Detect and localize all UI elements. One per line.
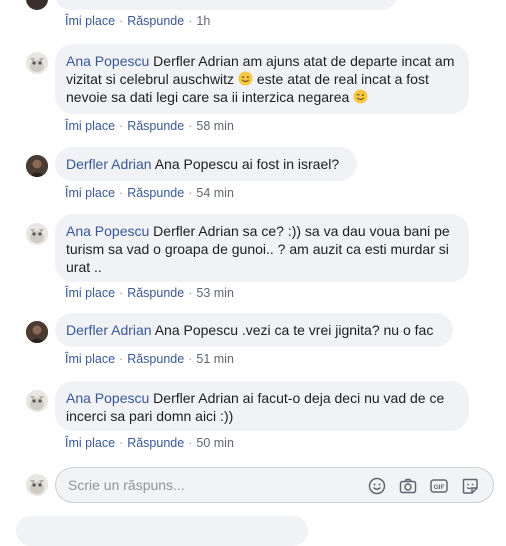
avatar xyxy=(26,474,48,496)
avatar[interactable] xyxy=(26,223,48,245)
comment-actions: Îmi place · Răspunde · 1h xyxy=(65,14,211,28)
comment-time[interactable]: 50 min xyxy=(196,436,234,450)
comment-bubble: Derfler Adrian Ana Popescu .vezi ca te v… xyxy=(55,313,453,347)
camera-icon[interactable] xyxy=(398,476,418,496)
avatar[interactable] xyxy=(26,52,48,74)
avatar[interactable] xyxy=(26,0,48,10)
reply-input[interactable] xyxy=(68,468,348,502)
like-link[interactable]: Îmi place xyxy=(65,186,115,200)
comment-actions: Îmi place · Răspunde · 58 min xyxy=(65,119,234,133)
avatar[interactable] xyxy=(26,321,48,343)
gif-icon[interactable]: GIF xyxy=(429,476,449,496)
reply-link[interactable]: Răspunde xyxy=(127,186,184,200)
comment-time[interactable]: 1h xyxy=(196,14,210,28)
comment-bubble: Ana Popescu Derfler Adrian ai facut-o de… xyxy=(55,381,469,431)
comment-author[interactable]: Ana Popescu xyxy=(66,223,149,239)
like-link[interactable]: Îmi place xyxy=(65,436,115,450)
wink-emoji-icon xyxy=(353,89,368,104)
partial-bubble-bottom xyxy=(16,516,308,546)
comment-actions: Îmi place · Răspunde · 50 min xyxy=(65,436,234,450)
reply-box: GIF xyxy=(55,467,494,503)
comment-author[interactable]: Ana Popescu xyxy=(66,53,149,69)
smile-emoji-icon xyxy=(238,71,253,86)
comment-actions: Îmi place · Răspunde · 51 min xyxy=(65,352,234,366)
comment-actions: Îmi place · Răspunde · 54 min xyxy=(65,186,234,200)
comment-bubble: Ana Popescu Derfler Adrian am ajuns atat… xyxy=(55,44,469,114)
sticker-icon[interactable] xyxy=(460,476,480,496)
comment-time[interactable]: 51 min xyxy=(196,352,234,366)
emoji-icon[interactable] xyxy=(367,476,387,496)
comment-author[interactable]: Ana Popescu xyxy=(66,390,149,406)
reply-link[interactable]: Răspunde xyxy=(127,286,184,300)
comment-text: Ana Popescu ai fost in israel? xyxy=(151,156,340,172)
reply-link[interactable]: Răspunde xyxy=(127,14,184,28)
avatar[interactable] xyxy=(26,155,48,177)
comment-text: Ana Popescu .vezi ca te vrei jignita? nu… xyxy=(151,322,434,338)
comment-bubble: Ana Popescu Derfler Adrian sa ce? :)) sa… xyxy=(55,214,469,282)
like-link[interactable]: Îmi place xyxy=(65,286,115,300)
reply-link[interactable]: Răspunde xyxy=(127,352,184,366)
like-link[interactable]: Îmi place xyxy=(65,352,115,366)
comment-author[interactable]: Derfler Adrian xyxy=(66,322,152,338)
like-link[interactable]: Îmi place xyxy=(65,119,115,133)
comment-bubble: Derfler Adrian Ana Popescu ai fost in is… xyxy=(55,147,357,181)
reply-link[interactable]: Răspunde xyxy=(127,436,184,450)
comment-time[interactable]: 53 min xyxy=(196,286,234,300)
svg-text:GIF: GIF xyxy=(434,484,445,491)
partial-bubble-top xyxy=(55,0,397,10)
avatar[interactable] xyxy=(26,390,48,412)
reply-link[interactable]: Răspunde xyxy=(127,119,184,133)
like-link[interactable]: Îmi place xyxy=(65,14,115,28)
comment-author[interactable]: Derfler Adrian xyxy=(66,156,152,172)
comment-actions: Îmi place · Răspunde · 53 min xyxy=(65,286,234,300)
comment-time[interactable]: 58 min xyxy=(196,119,234,133)
comment-time[interactable]: 54 min xyxy=(196,186,234,200)
